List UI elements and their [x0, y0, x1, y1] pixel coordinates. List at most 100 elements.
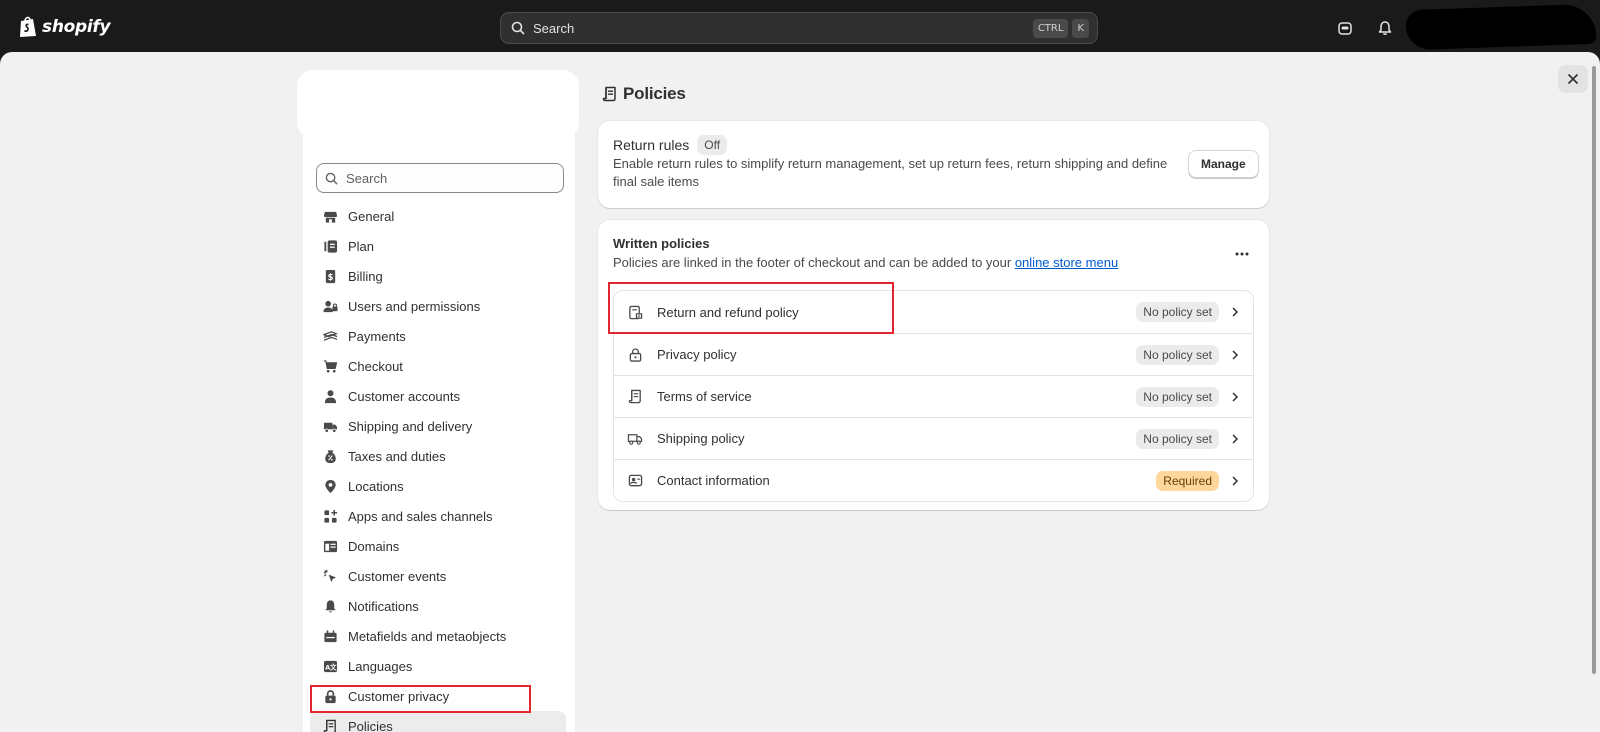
sidebar-item-label: Users and permissions: [348, 298, 481, 314]
users-icon: [322, 298, 338, 314]
sidebar-item-general[interactable]: General: [310, 201, 566, 231]
sidebar-item-label: Customer accounts: [348, 388, 460, 404]
sidebar-item-label: Checkout: [348, 358, 403, 374]
sidebar-item-plan[interactable]: Plan: [310, 231, 566, 261]
chevron-right-icon: [1232, 350, 1239, 360]
return-rules-description: Enable return rules to simplify return m…: [613, 156, 1168, 189]
sidebar-item-label: Locations: [348, 478, 404, 494]
close-icon: [1567, 73, 1579, 85]
scrollbar[interactable]: [1590, 58, 1598, 732]
shopify-bag-icon: [20, 16, 36, 37]
location-pin-icon: [322, 478, 338, 494]
sidebar-item-label: Apps and sales channels: [348, 508, 493, 524]
sidebar-item-customer-privacy[interactable]: Customer privacy: [310, 681, 566, 711]
policy-label: Contact information: [657, 473, 770, 488]
policy-row-privacy[interactable]: Privacy policy No policy set: [614, 333, 1253, 375]
manage-return-rules-button[interactable]: Manage: [1188, 150, 1259, 178]
settings-search-box[interactable]: [316, 163, 564, 193]
return-rules-title: Return rules: [613, 137, 690, 153]
apps-icon: [322, 508, 338, 524]
policy-row-right: No policy set: [1136, 376, 1239, 418]
sidebar-item-customer-events[interactable]: Customer events: [310, 561, 566, 591]
policy-row-right: No policy set: [1136, 291, 1239, 333]
person-icon: [322, 388, 338, 404]
redacted-account-menu[interactable]: [1405, 3, 1597, 51]
shopify-logo[interactable]: shopify: [18, 15, 111, 38]
sidebar-item-payments[interactable]: Payments: [310, 321, 566, 351]
sidebar-item-taxes-and-duties[interactable]: Taxes and duties: [310, 441, 566, 471]
online-store-menu-link[interactable]: online store menu: [1015, 255, 1118, 270]
sidebar-item-languages[interactable]: A文 Languages: [310, 651, 566, 681]
policy-scroll-icon: [602, 86, 616, 102]
sidebar-item-domains[interactable]: Domains: [310, 531, 566, 561]
sidebar-item-billing[interactable]: $ Billing: [310, 261, 566, 291]
sidebar-item-label: Policies: [348, 718, 393, 732]
cursor-click-icon: [322, 568, 338, 584]
lock-icon: [322, 688, 338, 704]
policy-scroll-icon: [322, 718, 338, 732]
sidebar-item-label: Languages: [348, 658, 413, 674]
chevron-right-icon: [1232, 434, 1239, 444]
policy-row-contact-information[interactable]: Contact information Required: [614, 459, 1253, 501]
top-bar: shopify Search CTRL K: [0, 3, 1600, 52]
sidebar-item-locations[interactable]: Locations: [310, 471, 566, 501]
sidebar-item-label: Taxes and duties: [348, 448, 446, 464]
truck-icon: [627, 431, 643, 447]
search-icon: [511, 21, 525, 35]
bell-icon: [322, 598, 338, 614]
svg-text:文: 文: [330, 662, 337, 671]
shortcut-key-ctrl: CTRL: [1032, 19, 1069, 38]
notifications-bell-button[interactable]: [1375, 18, 1395, 38]
settings-sidebar: General Plan $ Billing Users and permiss…: [297, 70, 579, 732]
cart-icon: [322, 358, 338, 374]
chevron-right-icon: [1232, 392, 1239, 402]
policy-row-shipping[interactable]: Shipping policy No policy set: [614, 417, 1253, 459]
sidebar-item-label: Plan: [348, 238, 375, 254]
billing-icon: $: [322, 268, 338, 284]
sidebar-item-policies[interactable]: Policies: [310, 711, 566, 732]
policy-label: Shipping policy: [657, 431, 745, 446]
policy-row-terms-of-service[interactable]: Terms of service No policy set: [614, 375, 1253, 417]
page-title-text: Policies: [623, 84, 686, 103]
policy-status-badge: No policy set: [1136, 345, 1219, 365]
sidebar-item-customer-accounts[interactable]: Customer accounts: [310, 381, 566, 411]
sidebar-item-label: Customer events: [348, 568, 447, 584]
sidebar-item-metafields-and-metaobjects[interactable]: Metafields and metaobjects: [310, 621, 566, 651]
sidebar-item-notifications[interactable]: Notifications: [310, 591, 566, 621]
written-policies-description: Policies are linked in the footer of che…: [613, 254, 1118, 272]
sidebar-item-label: Domains: [348, 538, 400, 554]
taxes-icon: [322, 448, 338, 464]
policy-label: Terms of service: [657, 389, 752, 404]
language-icon: A文: [322, 658, 338, 674]
sidekick-icon[interactable]: [1335, 18, 1355, 38]
sidebar-item-checkout[interactable]: Checkout: [310, 351, 566, 381]
more-actions-button[interactable]: [1230, 242, 1254, 266]
policy-label: Privacy policy: [657, 347, 737, 362]
store-header-redacted[interactable]: [297, 70, 579, 138]
scrollbar-thumb[interactable]: [1592, 66, 1596, 674]
chevron-right-icon: [1232, 476, 1239, 486]
policy-row-return-and-refund[interactable]: Return and refund policy No policy set: [614, 291, 1253, 333]
written-policies-title: Written policies: [613, 236, 710, 251]
ellipsis-icon: [1235, 252, 1249, 256]
close-settings-button[interactable]: [1558, 65, 1588, 93]
policy-row-right: No policy set: [1136, 418, 1239, 460]
plan-icon: [322, 238, 338, 254]
svg-text:$: $: [327, 271, 333, 281]
lock-icon: [627, 347, 643, 363]
policy-row-right: No policy set: [1136, 334, 1239, 376]
written-policies-description-text: Policies are linked in the footer of che…: [613, 255, 1012, 270]
sidebar-item-label: Metafields and metaobjects: [348, 628, 507, 644]
sidebar-item-apps-and-sales-channels[interactable]: Apps and sales channels: [310, 501, 566, 531]
sidebar-item-shipping-and-delivery[interactable]: Shipping and delivery: [310, 411, 566, 441]
status-badge: Off: [697, 135, 728, 155]
required-badge: Required: [1156, 471, 1219, 491]
sidebar-item-label: Billing: [348, 268, 383, 284]
sidebar-item-label: Payments: [348, 328, 406, 344]
sidebar-item-label: Notifications: [348, 598, 419, 614]
global-search-bar[interactable]: Search CTRL K: [500, 12, 1098, 44]
settings-search-input[interactable]: [346, 170, 556, 186]
robot-face-icon: [1338, 22, 1352, 35]
return-receipt-icon: [627, 304, 643, 320]
sidebar-item-users-and-permissions[interactable]: Users and permissions: [310, 291, 566, 321]
